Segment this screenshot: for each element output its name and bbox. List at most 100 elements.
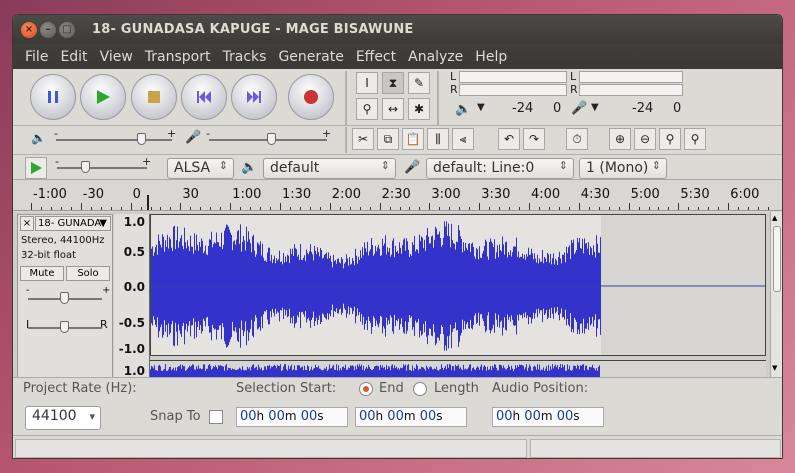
ruler-minor-tick xyxy=(638,207,640,210)
vertical-scrollbar[interactable]: ▲ ▼ xyxy=(770,212,782,377)
audio-position-time[interactable]: 00h 00m 00s xyxy=(492,407,604,427)
ruler-minor-tick xyxy=(90,207,92,210)
selection-start-time[interactable]: 00h 00m 00s xyxy=(236,407,348,427)
record-volume-slider[interactable] xyxy=(267,133,276,145)
ruler-minor-tick xyxy=(768,207,770,210)
playback-volume-slider[interactable] xyxy=(137,133,146,145)
zoom-out-icon: ⊖ xyxy=(639,132,651,146)
record-meter-menu-icon[interactable]: ▼ xyxy=(591,102,599,113)
silence-button[interactable]: ⫷ xyxy=(452,128,474,150)
snap-to-label: Snap To xyxy=(150,409,201,424)
input-channels-select[interactable]: 1 (Mono) ⇕ xyxy=(579,158,667,179)
end-radio[interactable] xyxy=(359,382,373,396)
cut-button[interactable]: ✂ xyxy=(352,128,374,150)
multi-tool[interactable]: ✱ xyxy=(408,98,430,120)
waveform-graphic xyxy=(151,215,765,355)
playback-meter-menu-icon[interactable]: ▼ xyxy=(477,102,485,113)
waveform-left-channel[interactable] xyxy=(150,214,766,356)
ruler-minor-tick xyxy=(140,207,142,210)
fit-selection-icon: ⚲ xyxy=(665,132,675,146)
ruler-tick xyxy=(678,203,680,210)
selection-tool[interactable]: I xyxy=(356,72,378,94)
pan-slider[interactable] xyxy=(60,321,69,333)
ruler-minor-tick xyxy=(489,207,491,210)
skip-to-start-button[interactable] xyxy=(181,74,227,120)
meter-play-right-label: R xyxy=(450,83,458,96)
copy-button[interactable]: ⧉ xyxy=(377,128,399,150)
fit-project-button[interactable]: ⚲ xyxy=(684,128,706,150)
play-speed-slider[interactable] xyxy=(81,161,90,173)
minimize-window-button[interactable]: – xyxy=(40,21,56,38)
ruler-tick-label: 2:30 xyxy=(381,187,411,202)
ruler-minor-tick xyxy=(100,207,102,210)
stop-button[interactable] xyxy=(131,74,177,120)
ruler-minor-tick xyxy=(548,207,550,210)
zoom-tool[interactable]: ⚲ xyxy=(356,98,378,120)
input-device-value: default: Line:0 xyxy=(433,160,535,176)
scroll-up-icon[interactable]: ▲ xyxy=(772,214,777,222)
paste-icon: 📋 xyxy=(405,132,421,146)
scroll-down-icon[interactable]: ▼ xyxy=(772,364,777,372)
ruler-minor-tick xyxy=(389,207,391,210)
vertical-scale: 1.0 0.5 0.0 -0.5 -1.0 1.0 xyxy=(114,214,150,378)
input-mic-icon: 🎤 xyxy=(404,160,421,175)
chevron-down-icon: ▾ xyxy=(89,410,95,423)
draw-tool[interactable]: ✎ xyxy=(408,72,430,94)
close-window-button[interactable]: × xyxy=(21,21,37,38)
ruler-tick-label: 4:00 xyxy=(531,187,561,202)
menu-generate[interactable]: Generate xyxy=(272,49,349,65)
toolbar-area: I ⧗ ✎ ⚲ ↔ ✱ L R L R 🔈 ▼ -24 0 🎤 ▼ -24 0 … xyxy=(13,69,782,180)
play-at-speed-button[interactable] xyxy=(25,157,47,179)
zoom-in-button[interactable]: ⊕ xyxy=(609,128,631,150)
close-icon: × xyxy=(22,218,32,229)
maximize-window-button[interactable]: □ xyxy=(59,21,75,38)
track-name-menu[interactable]: 18- GUNADA ▼ xyxy=(35,216,111,231)
play-button[interactable] xyxy=(80,74,126,120)
project-rate-select[interactable]: 44100 ▾ xyxy=(25,406,101,430)
envelope-tool[interactable]: ⧗ xyxy=(382,72,404,94)
ruler-minor-tick xyxy=(369,207,371,210)
pause-button[interactable] xyxy=(30,74,76,120)
ruler-minor-tick xyxy=(519,207,521,210)
record-button[interactable] xyxy=(288,74,334,120)
sync-lock-button[interactable]: ⏱ xyxy=(566,128,588,150)
trim-button[interactable]: ⫼ xyxy=(427,128,449,150)
zoom-out-button[interactable]: ⊖ xyxy=(634,128,656,150)
fit-selection-button[interactable]: ⚲ xyxy=(659,128,681,150)
minutes-unit: m xyxy=(284,409,297,423)
minutes-unit: m xyxy=(403,409,416,423)
redo-button[interactable]: ↷ xyxy=(523,128,545,150)
close-track-button[interactable]: × xyxy=(20,216,34,231)
audio-host-select[interactable]: ALSA ⇕ xyxy=(167,158,234,179)
input-device-select[interactable]: default: Line:0 ⇕ xyxy=(426,158,574,179)
menu-analyze[interactable]: Analyze xyxy=(402,49,469,65)
menu-tracks[interactable]: Tracks xyxy=(217,49,273,65)
selection-end-time[interactable]: 00h 00m 00s xyxy=(355,407,467,427)
menu-transport[interactable]: Transport xyxy=(139,49,217,65)
ruler-tick-label: 5:30 xyxy=(680,187,710,202)
menu-view[interactable]: View xyxy=(94,49,139,65)
menu-edit[interactable]: Edit xyxy=(54,49,93,65)
length-radio[interactable] xyxy=(413,382,427,396)
hours-unit: h xyxy=(375,409,384,423)
output-device-select[interactable]: default ⇕ xyxy=(263,158,396,179)
menu-effect[interactable]: Effect xyxy=(350,49,402,65)
ruler-tick-label: 3:00 xyxy=(431,187,461,202)
gain-slider[interactable] xyxy=(60,292,69,304)
menu-file[interactable]: File xyxy=(19,49,54,65)
skip-to-end-button[interactable] xyxy=(231,74,277,120)
timeline-ruler[interactable]: -1:00 -30 0 30 1:00 1:30 2:00 2:30 3:00 3:30 4:00 4… xyxy=(13,181,782,211)
snap-to-checkbox[interactable] xyxy=(209,410,223,424)
ruler-tick-label: 4:30 xyxy=(580,187,610,202)
scroll-thumb[interactable] xyxy=(773,226,781,292)
mute-button[interactable]: Mute xyxy=(20,266,64,281)
play-head-marker[interactable] xyxy=(147,195,155,210)
menu-help[interactable]: Help xyxy=(469,49,513,65)
paste-button[interactable]: 📋 xyxy=(402,128,424,150)
ruler-minor-tick xyxy=(160,207,162,210)
time-shift-tool[interactable]: ↔ xyxy=(382,98,404,120)
ruler-minor-tick xyxy=(299,207,301,210)
solo-button[interactable]: Solo xyxy=(66,266,110,281)
waveform-right-channel[interactable] xyxy=(150,360,766,377)
undo-button[interactable]: ↶ xyxy=(498,128,520,150)
